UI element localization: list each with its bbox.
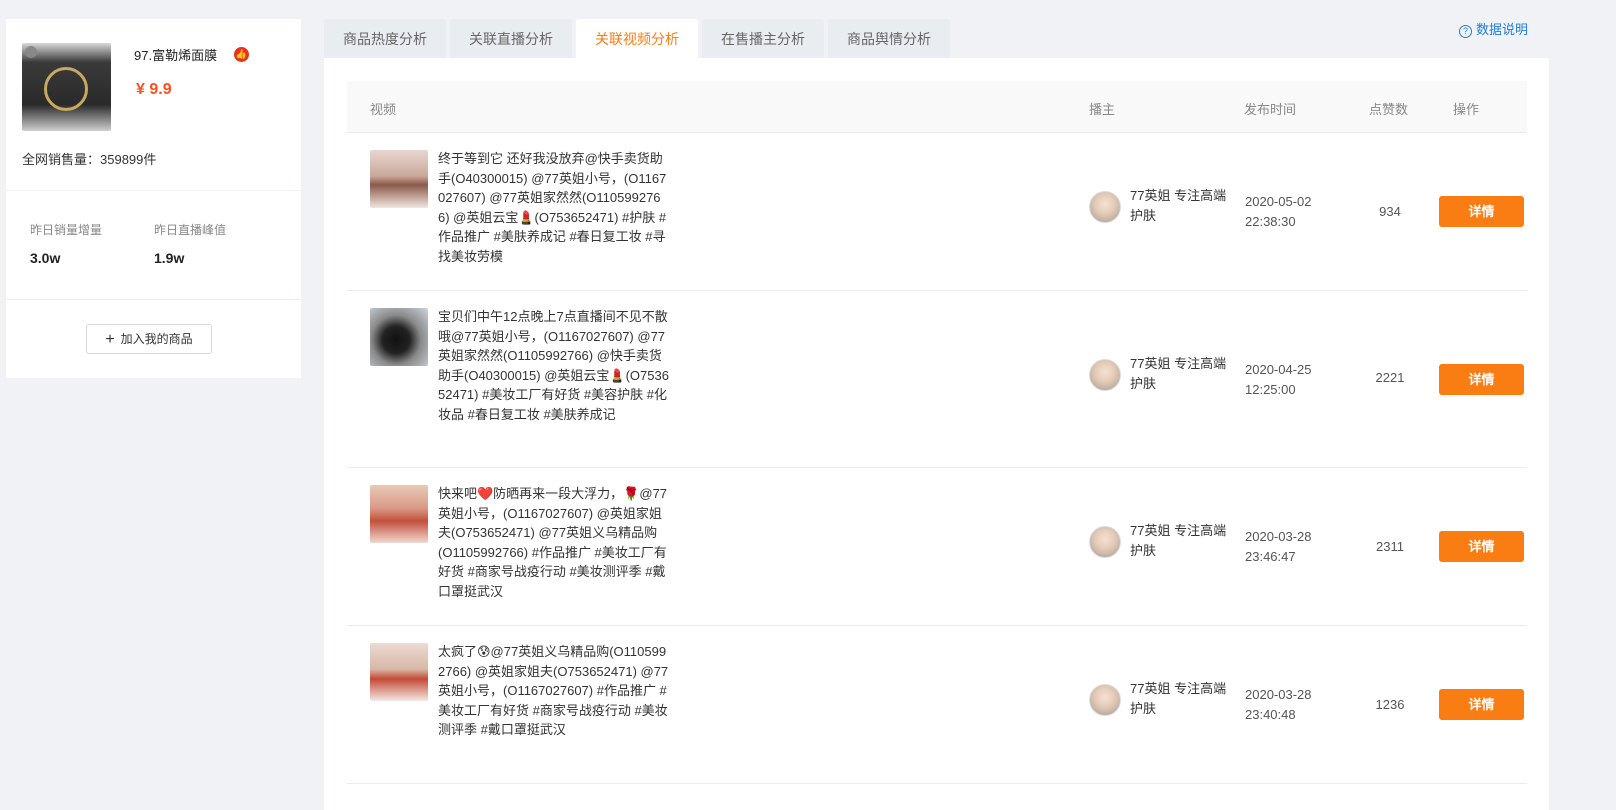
detail-button[interactable]: 详情 <box>1439 196 1524 227</box>
avatar[interactable] <box>1089 191 1121 223</box>
stat-yesterday-sales: 昨日销量增量 3.0w <box>30 221 102 266</box>
video-description[interactable]: 太疯了😰@77英姐义乌精品购(O1105992766) @英姐家姐夫(O7536… <box>438 642 670 740</box>
table-row: 终于等到它 还好我没放弃@快手卖货助手(O40300015) @77英姐小号，(… <box>347 133 1527 291</box>
add-to-my-products-button[interactable]: + 加入我的商品 <box>86 324 212 354</box>
video-description[interactable]: 宝贝们中午12点晚上7点直播间不见不散哦@77英姐小号，(O1167027607… <box>438 307 670 424</box>
table-row: 宝贝们中午12点晚上7点直播间不见不散哦@77英姐小号，(O1167027607… <box>347 291 1527 468</box>
tab-product-heat[interactable]: 商品热度分析 <box>324 19 446 58</box>
publish-clock: 12:25:00 <box>1245 382 1296 397</box>
publish-date: 2020-03-28 <box>1245 529 1312 544</box>
publish-clock: 23:46:47 <box>1245 549 1296 564</box>
product-name[interactable]: 97.富勒烯面膜 <box>134 45 217 64</box>
brand-logo-icon <box>25 46 37 58</box>
product-stats: 昨日销量增量 3.0w 昨日直播峰值 1.9w <box>6 190 301 300</box>
table-row: 快来吧❤️防晒再来一段大浮力，🌹@77英姐小号，(O1167027607) @英… <box>347 468 1527 626</box>
product-card: 97.富勒烯面膜 👍 ¥ 9.9 全网销售量：359899件 昨日销量增量 3.… <box>6 19 301 378</box>
like-count: 1236 <box>1375 697 1405 712</box>
publish-time: 2020-05-02 22:38:30 <box>1245 192 1335 232</box>
detail-button[interactable]: 详情 <box>1439 531 1524 562</box>
header-anchor: 播主 <box>1089 102 1116 117</box>
video-thumbnail[interactable] <box>370 150 428 208</box>
add-button-label: 加入我的商品 <box>120 332 193 346</box>
stat-value: 3.0w <box>30 250 61 266</box>
stat-label: 昨日销量增量 <box>30 223 103 237</box>
total-sales: 全网销售量：359899件 <box>22 152 157 167</box>
tab-seller-anchors[interactable]: 在售播主分析 <box>702 19 824 58</box>
avatar[interactable] <box>1089 684 1121 716</box>
publish-time: 2020-03-28 23:40:48 <box>1245 685 1335 725</box>
like-count: 934 <box>1379 204 1401 219</box>
avatar[interactable] <box>1089 359 1121 391</box>
header-time: 发布时间 <box>1244 102 1297 117</box>
analysis-tabs: 商品热度分析 关联直播分析 关联视频分析 在售播主分析 商品舆情分析 <box>324 19 954 58</box>
anchor-name[interactable]: 77英姐 专注高端护肤 <box>1130 354 1230 394</box>
stat-value: 1.9w <box>154 250 185 266</box>
avatar[interactable] <box>1089 526 1121 558</box>
detail-button[interactable]: 详情 <box>1439 689 1524 720</box>
publish-date: 2020-05-02 <box>1245 194 1312 209</box>
publish-clock: 23:40:48 <box>1245 707 1296 722</box>
table-row: 太疯了😰@77英姐义乌精品购(O1105992766) @英姐家姐夫(O7536… <box>347 626 1527 784</box>
tab-public-opinion[interactable]: 商品舆情分析 <box>828 19 950 58</box>
publish-date: 2020-03-28 <box>1245 687 1312 702</box>
detail-button[interactable]: 详情 <box>1439 364 1524 395</box>
publish-date: 2020-04-25 <box>1245 362 1312 377</box>
video-description[interactable]: 终于等到它 还好我没放弃@快手卖货助手(O40300015) @77英姐小号，(… <box>438 149 670 266</box>
video-description[interactable]: 快来吧❤️防晒再来一段大浮力，🌹@77英姐小号，(O1167027607) @英… <box>438 484 670 601</box>
anchor-name[interactable]: 77英姐 专注高端护肤 <box>1130 679 1230 719</box>
like-count: 2311 <box>1376 539 1404 554</box>
video-thumbnail[interactable] <box>370 485 428 543</box>
tab-related-video[interactable]: 关联视频分析 <box>576 19 698 58</box>
table-header: 视频 播主 发布时间 点赞数 操作 <box>347 81 1527 133</box>
tab-related-live[interactable]: 关联直播分析 <box>450 19 572 58</box>
product-summary: 97.富勒烯面膜 👍 ¥ 9.9 全网销售量：359899件 <box>6 19 301 190</box>
header-action: 操作 <box>1453 102 1480 117</box>
like-count: 2221 <box>1375 370 1405 385</box>
anchor-name[interactable]: 77英姐 专注高端护肤 <box>1130 186 1230 226</box>
video-thumbnail[interactable] <box>370 308 428 366</box>
product-price: ¥ 9.9 <box>136 81 172 98</box>
question-icon: ? <box>1459 25 1472 38</box>
header-likes: 点赞数 <box>1369 102 1409 117</box>
stat-label: 昨日直播峰值 <box>154 223 227 237</box>
help-label: 数据说明 <box>1476 22 1529 37</box>
video-table-panel: 视频 播主 发布时间 点赞数 操作 终于等到它 还好我没放弃@快手卖货助手(O4… <box>324 58 1549 810</box>
thumb-up-icon: 👍 <box>234 47 249 62</box>
plus-icon: + <box>105 331 115 348</box>
anchor-name[interactable]: 77英姐 专注高端护肤 <box>1130 521 1230 561</box>
publish-time: 2020-04-25 12:25:00 <box>1245 360 1335 400</box>
mask-ring-graphic <box>44 67 88 111</box>
stat-yesterday-live-peak: 昨日直播峰值 1.9w <box>154 221 226 266</box>
data-explanation-link[interactable]: ? 数据说明 <box>1459 19 1528 38</box>
product-image[interactable] <box>22 43 111 131</box>
publish-time: 2020-03-28 23:46:47 <box>1245 527 1335 567</box>
header-video: 视频 <box>370 102 397 117</box>
video-thumbnail[interactable] <box>370 643 428 701</box>
publish-clock: 22:38:30 <box>1245 214 1296 229</box>
